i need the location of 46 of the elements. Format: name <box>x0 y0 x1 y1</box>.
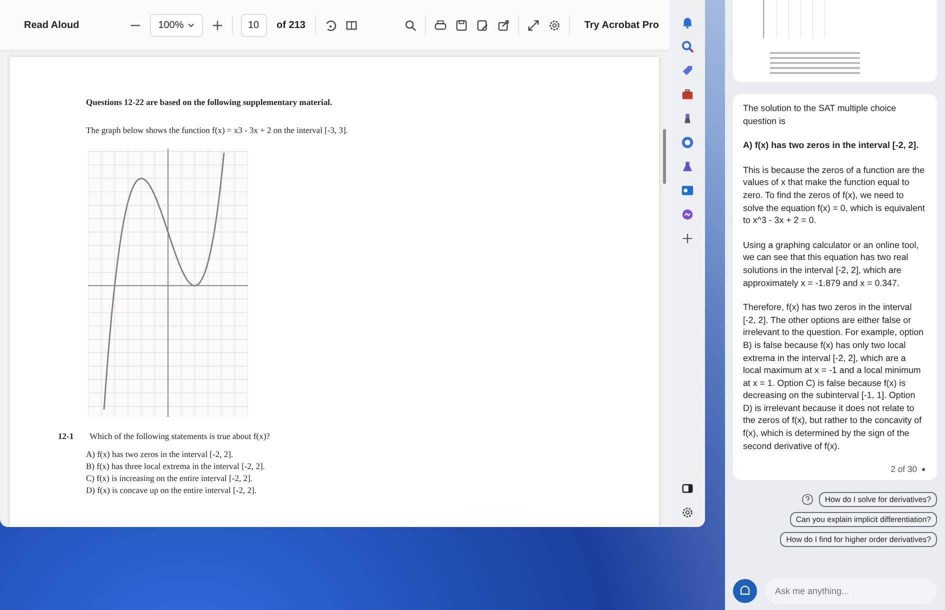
page-view-icon[interactable] <box>345 18 358 32</box>
answer-option: C) f(x) is increasing on the entire interval [-2, 2]. <box>86 473 639 483</box>
new-chat-icon[interactable] <box>733 579 757 603</box>
rotate-icon[interactable] <box>324 18 338 32</box>
response-counter: 2 of 30 <box>890 464 917 474</box>
chevron-down-icon <box>186 20 195 29</box>
chat-message-text: Therefore, f(x) has two zeros in the interval [-2, 2]. The other options are either false or irrelevant to the question. For example, option B) is false because f(x) has only two local extrema in the interval [-2, 2], which are a local maximum at x = -1 and a local minimum at x = 1. Option C) is false because f(x) is decreasing on the subinterval [-1, 1]. Option D) is irrelevant because it does not relate to the zeros of f(x), but rather to the concavity of f(x), which is determined by the sign of the second derivative of f(x). <box>743 301 925 452</box>
settings-icon[interactable] <box>680 506 694 519</box>
chat-message-text: This is because the zeros of a function are the values of x that make the function equal to zero. To find the zeros of f(x), we need to solve the equation f(x) = 0, which is equivalent to x^3 - 3x + 2 = 0. <box>743 164 925 227</box>
answer-option: B) f(x) has three local extrema in the interval [-2, 2]. <box>86 461 639 471</box>
briefcase-icon[interactable] <box>680 88 694 101</box>
zoom-in-icon[interactable] <box>210 18 224 32</box>
print-icon[interactable] <box>434 18 448 32</box>
dot-icon <box>922 468 925 471</box>
chat-message-text: A) f(x) has two zeros in the interval [-2, 2]. <box>743 139 920 152</box>
document-text: The graph below shows the function f(x) = x3 - 3x + 2 on the interval [-3, 3]. <box>86 125 349 135</box>
question-text: Which of the following statements is true about f(x)? <box>90 431 270 441</box>
chat-bubble-icon[interactable] <box>680 208 694 221</box>
try-acrobat-pro-button[interactable]: Try Acrobat Pro <box>582 16 661 34</box>
tag-icon[interactable] <box>680 64 694 77</box>
scrollbar-thumb[interactable] <box>662 129 666 184</box>
chat-message-text: Using a graphing calculator or an online tool, we can see that this equation has two real solutions in the interval [-2, 2], which are approximately x = -1.879 and x = 0.347. <box>743 238 920 290</box>
page-number-field[interactable]: 10 <box>240 14 267 36</box>
chat-input-field[interactable]: Ask me anything... <box>765 578 937 604</box>
flask-icon[interactable] <box>680 160 694 173</box>
zoom-dropdown[interactable]: 100% <box>150 14 203 36</box>
help-icon[interactable] <box>800 493 814 506</box>
answer-option: D) f(x) is concave up on the entire interval [-2, 2]. <box>86 485 639 495</box>
save-edit-icon[interactable] <box>476 18 490 32</box>
question-number: 12-1 <box>58 431 74 441</box>
search-icon[interactable] <box>680 40 694 53</box>
panel-toggle-icon[interactable] <box>680 482 694 495</box>
answer-option: A) f(x) has two zeros in the interval [-2, 2]. <box>86 449 639 459</box>
expand-icon[interactable] <box>527 18 540 32</box>
ring-icon[interactable] <box>680 136 694 149</box>
read-aloud-button[interactable]: Read Aloud <box>22 16 82 34</box>
page-count: of 213 <box>276 18 306 32</box>
chat-message-text: The solution to the SAT multiple choice question is <box>743 102 898 128</box>
add-icon[interactable] <box>680 232 694 245</box>
bell-icon[interactable] <box>680 16 694 29</box>
settings-icon[interactable] <box>548 18 562 32</box>
share-icon[interactable] <box>497 18 510 32</box>
save-icon[interactable] <box>455 18 468 32</box>
document-heading: Questions 12-22 are based on the following supplementary material. <box>86 97 334 107</box>
mail-icon[interactable] <box>680 184 694 197</box>
search-icon[interactable] <box>404 18 418 32</box>
